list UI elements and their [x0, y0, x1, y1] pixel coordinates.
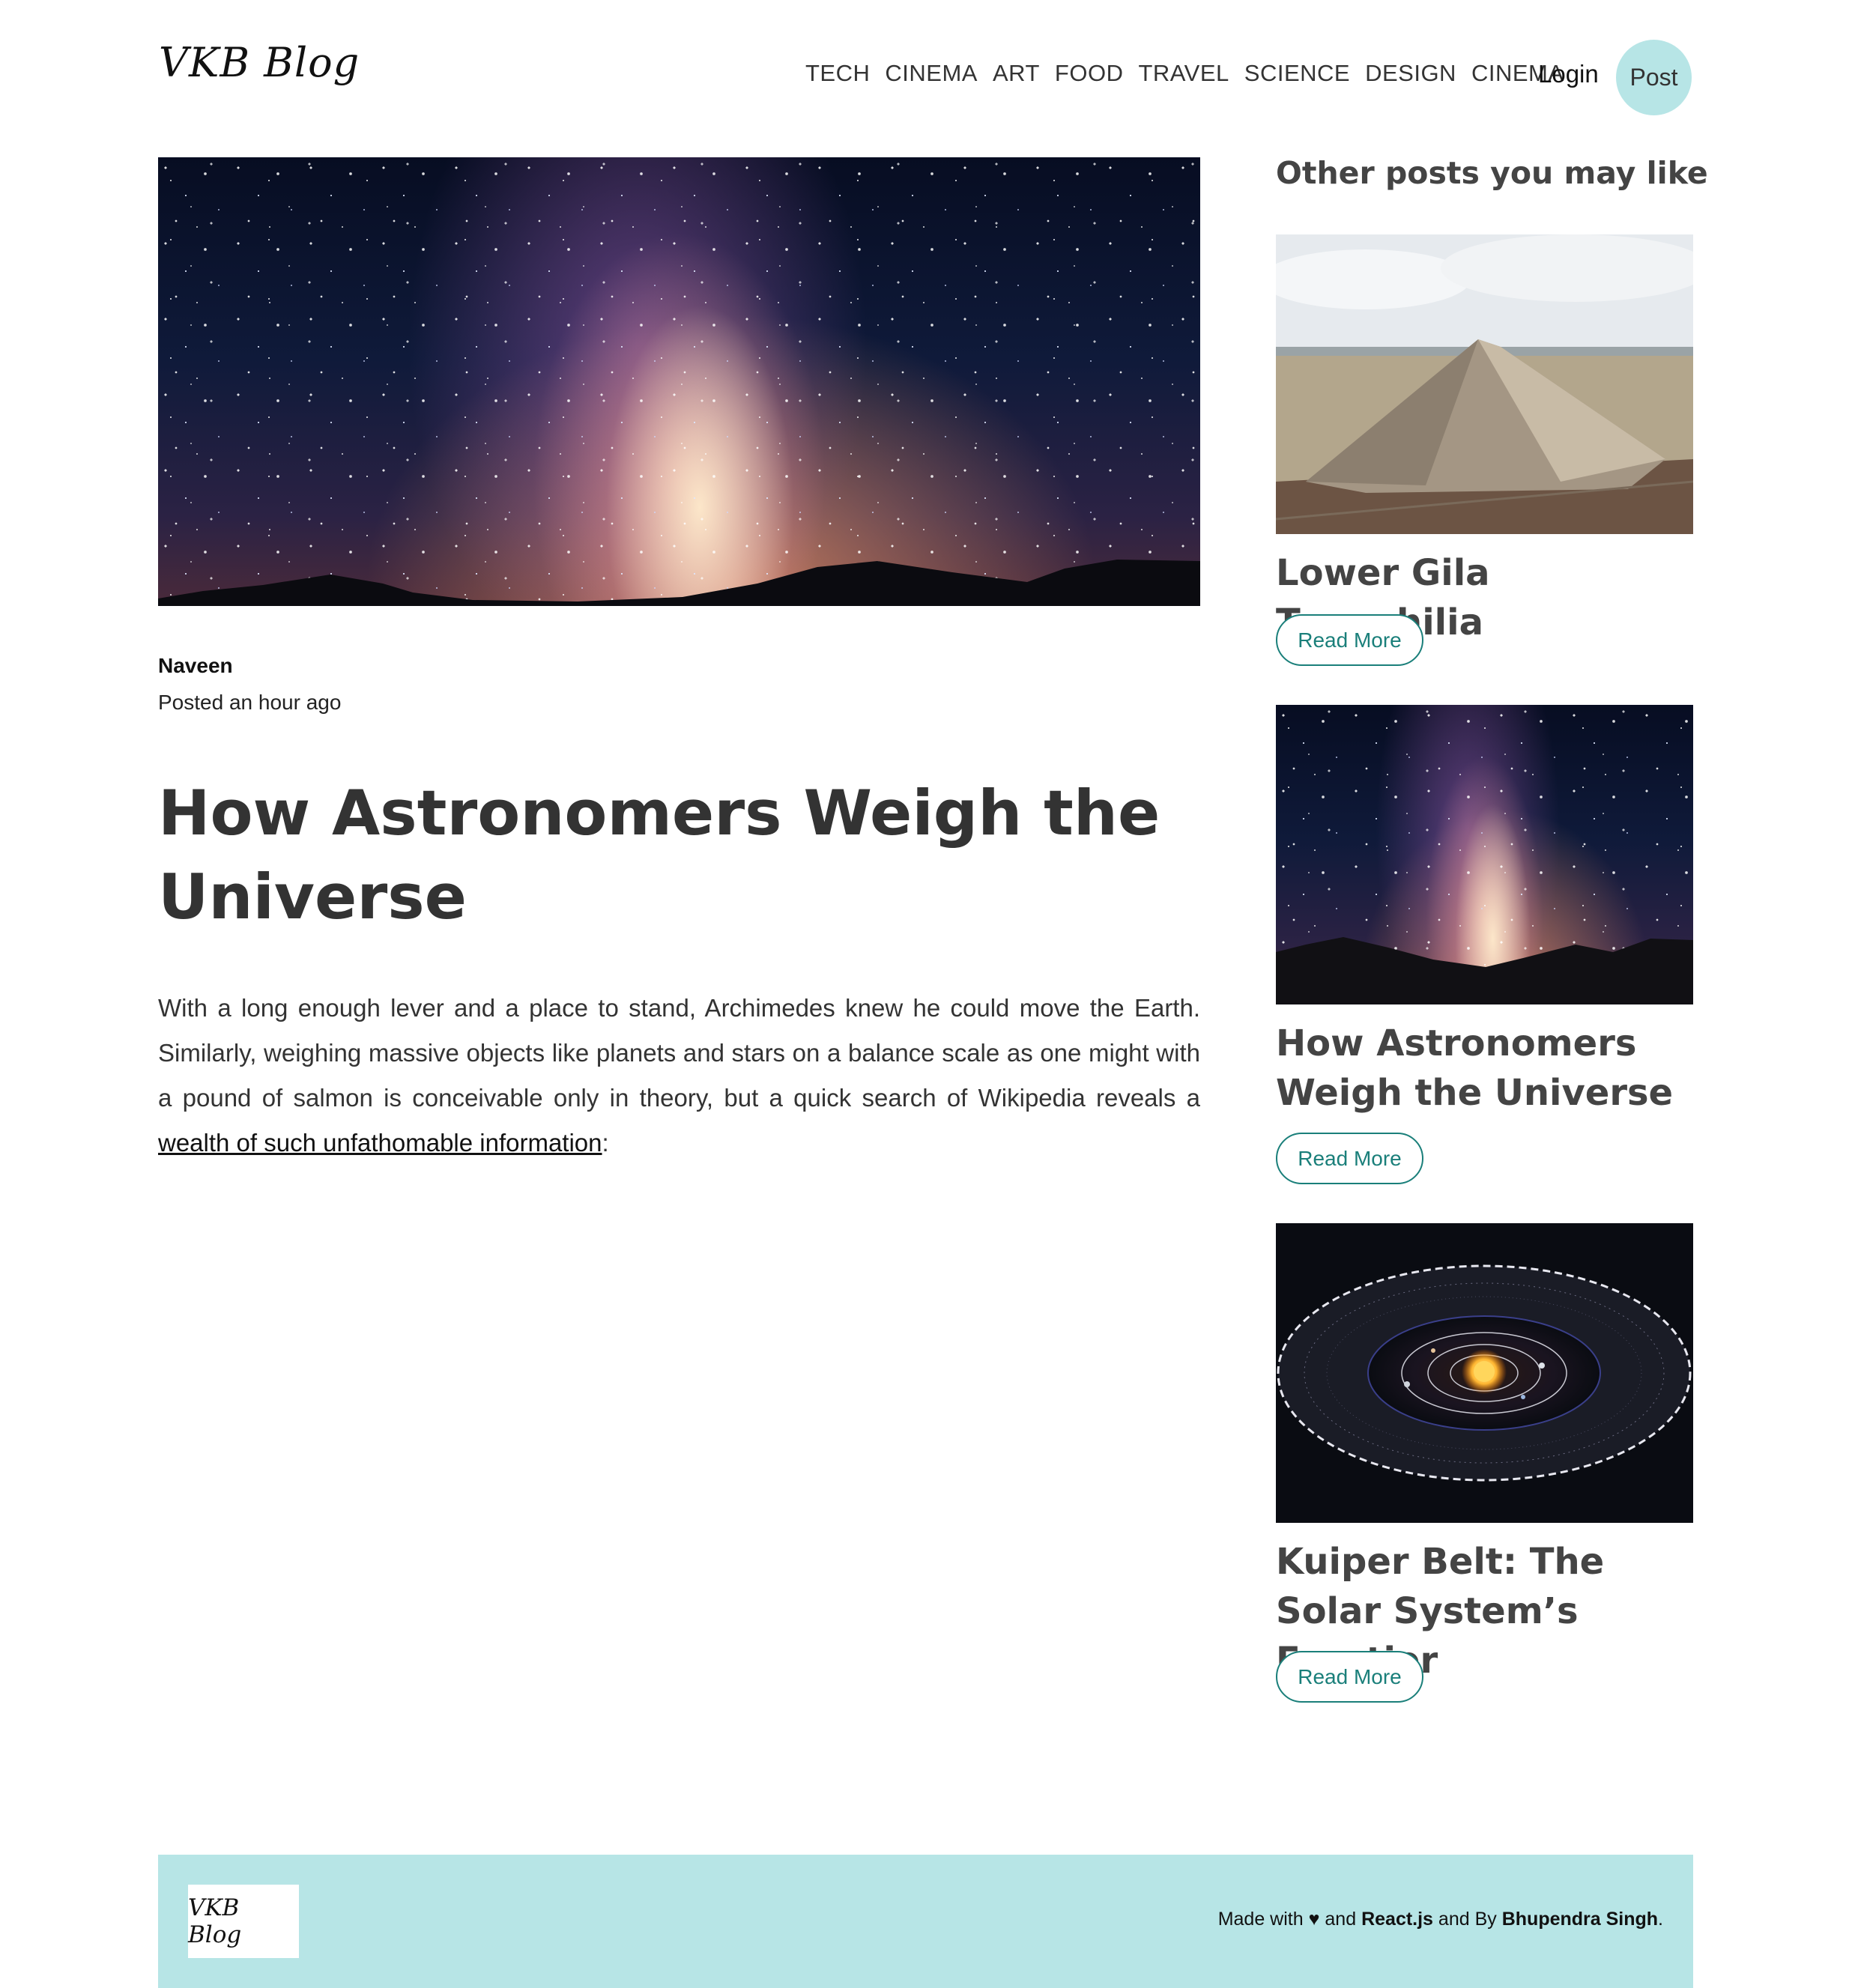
site-logo[interactable]: VKB Blog — [159, 39, 360, 86]
nav-item-travel[interactable]: TRAVEL — [1138, 60, 1229, 87]
nav-item-art[interactable]: ART — [993, 60, 1040, 87]
post-body: With a long enough lever and a place to … — [158, 986, 1200, 1166]
related-post-image-1[interactable] — [1276, 234, 1693, 534]
site-footer: VKB Blog Made with ♥ and React.js and By… — [158, 1855, 1693, 1988]
footer-credits: Made with ♥ and React.js and By Bhupendr… — [1218, 1909, 1663, 1930]
related-post-title-2[interactable]: How Astronomers Weigh the Universe — [1276, 1019, 1703, 1118]
hero-mountain-silhouette — [158, 560, 1200, 606]
footer-period: . — [1658, 1909, 1663, 1930]
nav-item-design[interactable]: DESIGN — [1365, 60, 1456, 87]
heart-icon: ♥ — [1308, 1909, 1320, 1930]
post-timestamp: Posted an hour ago — [158, 691, 342, 714]
read-more-button-1[interactable]: Read More — [1276, 614, 1423, 666]
footer-react-link[interactable]: React.js — [1361, 1909, 1433, 1930]
post-body-end: : — [602, 1129, 609, 1157]
post-body-text: With a long enough lever and a place to … — [158, 994, 1200, 1112]
post-author: Naveen — [158, 654, 233, 677]
read-more-button-3[interactable]: Read More — [1276, 1651, 1423, 1703]
related-post-image-2[interactable] — [1276, 705, 1693, 1004]
post-button[interactable]: Post — [1616, 40, 1692, 115]
footer-author-link[interactable]: Bhupendra Singh — [1502, 1909, 1658, 1930]
nav-item-science[interactable]: SCIENCE — [1244, 60, 1350, 87]
article-hero-image — [158, 157, 1200, 606]
nav-item-tech[interactable]: TECH — [805, 60, 870, 87]
post-title: How Astronomers Weigh the Universe — [158, 777, 1160, 933]
card2-mountain-silhouette — [1276, 937, 1693, 1004]
related-posts-heading: Other posts you may like — [1276, 155, 1708, 191]
related-post-image-3[interactable] — [1276, 1223, 1693, 1523]
footer-and-by: and By — [1438, 1909, 1497, 1930]
login-link[interactable]: Login — [1538, 60, 1599, 88]
page: VKB Blog TECH CINEMA ART FOOD TRAVEL SCI… — [0, 0, 1849, 1988]
footer-logo[interactable]: VKB Blog — [188, 1885, 299, 1958]
footer-and: and — [1325, 1909, 1357, 1930]
nav-item-food[interactable]: FOOD — [1055, 60, 1124, 87]
category-nav: TECH CINEMA ART FOOD TRAVEL SCIENCE DESI… — [805, 60, 1579, 87]
read-more-button-2[interactable]: Read More — [1276, 1133, 1423, 1184]
mountain-illustration — [1276, 234, 1693, 534]
solar-system-illustration — [1277, 1264, 1692, 1482]
wikipedia-link[interactable]: wealth of such unfathomable information — [158, 1129, 602, 1157]
footer-made-with: Made with — [1217, 1909, 1304, 1930]
nav-item-cinema[interactable]: CINEMA — [885, 60, 978, 87]
